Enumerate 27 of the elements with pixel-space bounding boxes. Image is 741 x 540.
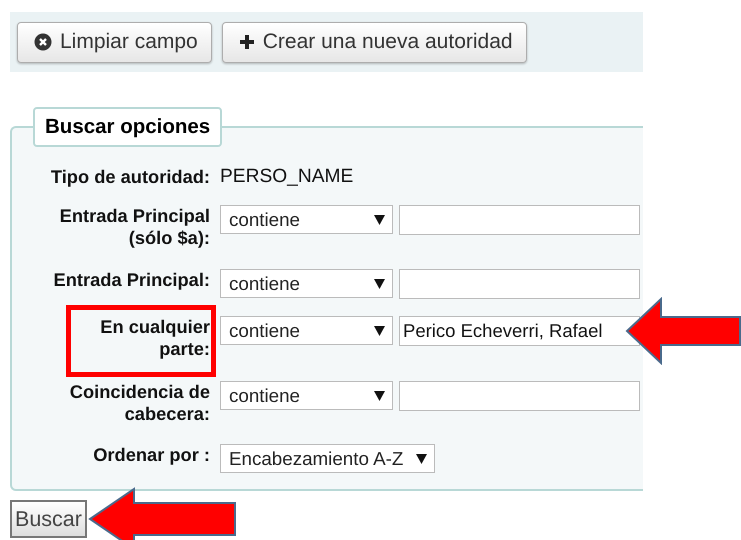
operator-select[interactable]: contiene [220,381,393,410]
clear-icon [34,33,52,51]
field-label: Tipo de autoridad: [50,166,210,188]
search-input[interactable]: Perico Echeverri, Rafael [399,316,640,346]
caret-icon [374,326,385,336]
sort-select[interactable]: Encabezamiento A-Z [220,444,435,473]
field-label: Ordenar por : [93,444,210,466]
caret-icon [374,214,385,224]
panel-legend: Buscar opciones [33,107,222,147]
search-button[interactable]: Buscar [10,500,87,538]
search-input[interactable] [399,381,640,411]
clear-button[interactable]: Limpiar campo [17,22,212,62]
caret-icon [374,390,385,400]
caret-icon [374,278,385,288]
operator-select[interactable]: contiene [220,316,393,345]
field-label: Entrada Principal (sólo $a): [58,205,210,249]
field-label: Entrada Principal: [54,269,210,291]
authority-type-value: PERSO_NAME [219,166,354,189]
field-label: En cualquier parte: [99,316,210,360]
operator-select[interactable]: contiene [220,205,393,234]
search-input[interactable] [399,205,640,235]
search-input[interactable] [399,269,640,299]
caret-icon [416,454,427,464]
plus-icon [238,34,255,50]
field-label: Coincidencia de cabecera: [68,381,210,425]
operator-select[interactable]: contiene [220,269,393,298]
new-authority-button[interactable]: Crear una nueva autoridad [222,22,527,62]
